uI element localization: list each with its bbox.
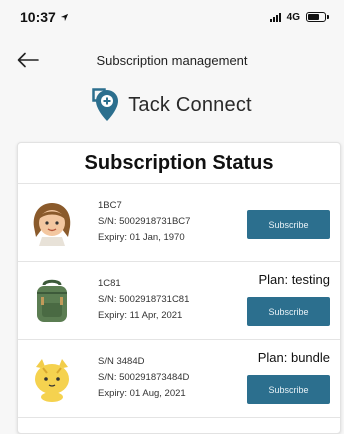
backpack-avatar-icon	[37, 279, 67, 322]
location-arrow-icon	[60, 13, 68, 21]
device-expiry: Expiry: 01 Jan, 1970	[98, 232, 185, 243]
device-row: S/N 3484D S/N: 500291873484D Expiry: 01 …	[18, 340, 340, 418]
subscribe-button[interactable]: Subscribe	[247, 210, 330, 239]
nav-bar: Subscription management	[0, 44, 344, 76]
device-expiry: Expiry: 11 Apr, 2021	[98, 310, 183, 321]
device-row: 1BC7 S/N: 5002918731BC7 Expiry: 01 Jan, …	[18, 184, 340, 262]
girl-avatar-icon	[33, 203, 71, 246]
back-arrow-icon	[17, 52, 39, 68]
plan-label: Plan: testing	[258, 272, 330, 287]
device-serial: S/N: 500291873484D	[98, 372, 190, 383]
device-serial: S/N: 5002918731C81	[98, 294, 190, 305]
subscribe-button[interactable]: Subscribe	[247, 375, 330, 404]
subscribe-button[interactable]: Subscribe	[247, 297, 330, 326]
tack-connect-logo-icon	[92, 88, 119, 121]
device-serial: S/N: 5002918731BC7	[98, 216, 191, 227]
back-button[interactable]	[14, 48, 42, 72]
device-info: 1BC7 S/N: 5002918731BC7 Expiry: 01 Jan, …	[98, 198, 190, 246]
device-name: 1C81	[98, 278, 121, 289]
network-label: 4G	[286, 11, 300, 23]
plan-label: Plan: bundle	[257, 350, 330, 365]
device-info: S/N 3484D S/N: 500291873484D Expiry: 01 …	[98, 354, 189, 402]
card-title: Subscription Status	[18, 143, 340, 184]
status-indicators: 4G	[269, 11, 329, 23]
brand-logo: Tack Connect	[0, 86, 344, 124]
subscription-status-card: Subscription Status 1BC7 S/N: 5002918731…	[17, 142, 341, 434]
status-time: 10:37	[20, 9, 56, 25]
signal-icon	[269, 12, 281, 22]
device-expiry: Expiry: 01 Aug, 2021	[98, 388, 186, 399]
status-bar: 10:37 4G	[0, 0, 344, 34]
battery-icon	[306, 12, 329, 22]
status-time-group: 10:37	[20, 9, 69, 25]
brand-name: Tack Connect	[128, 93, 252, 116]
device-name: 1BC7	[98, 200, 122, 211]
device-info: 1C81 S/N: 5002918731C81 Expiry: 11 Apr, …	[98, 276, 189, 324]
page-title: Subscription management	[96, 52, 248, 68]
device-name: S/N 3484D	[98, 356, 145, 367]
device-row: 1C81 S/N: 5002918731C81 Expiry: 11 Apr, …	[18, 262, 340, 340]
cat-avatar-icon	[35, 359, 69, 402]
